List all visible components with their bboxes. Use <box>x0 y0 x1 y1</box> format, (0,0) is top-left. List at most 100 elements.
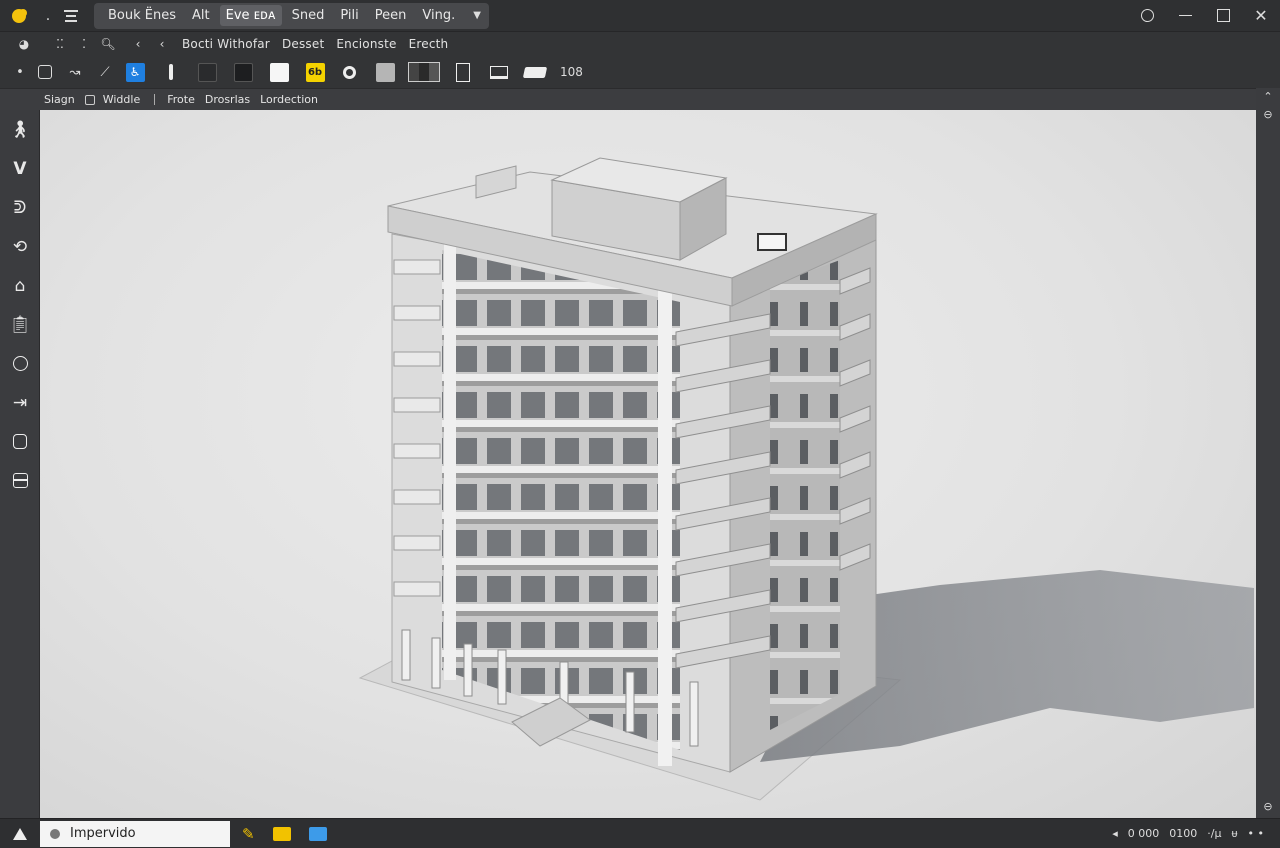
enter-icon: ⇥ <box>12 392 28 413</box>
grid-tool-button[interactable] <box>406 58 442 86</box>
scroll-marker-icon[interactable]: ⊖ <box>1262 108 1274 121</box>
menu-item-peen[interactable]: Peen <box>369 5 413 26</box>
menu-item-file[interactable]: Bouk Ënes <box>102 5 182 26</box>
home-tool-button[interactable]: ⌂ <box>0 266 40 305</box>
swatch-gray-button[interactable] <box>370 58 400 86</box>
left-toolbar: 🚶︎ V ᕲ ⟲ ⌂ 📋︎ ⇥ <box>0 110 40 818</box>
lasso-icon[interactable]: ⁚ <box>72 37 96 51</box>
frame-tool-button[interactable] <box>30 58 60 86</box>
toolbar-label-3[interactable]: Encionste <box>336 37 396 51</box>
title-bar: . Bouk Ënes Alt Eve ᴇᴅᴀ Sned Pili Peen V… <box>0 0 1280 32</box>
shield-tool-button[interactable] <box>0 422 40 461</box>
menu-item-send[interactable]: Sned <box>286 5 331 26</box>
status-readouts: ◂ 0 000 0100 ·/µ ᵾ • • <box>1112 827 1280 840</box>
3d-viewport[interactable] <box>40 110 1256 818</box>
pin-tool-button[interactable] <box>156 58 186 86</box>
menu-item-pili[interactable]: Pili <box>334 5 364 26</box>
close-icon: ✕ <box>1254 6 1268 25</box>
option-lordection[interactable]: Lordection <box>260 93 318 106</box>
shield-icon <box>13 434 27 449</box>
chevron-tool-button[interactable]: V <box>0 149 40 188</box>
right-facade-windows <box>770 260 840 730</box>
line-tool-button[interactable]: ⟋ <box>90 58 120 86</box>
chevron-left-2-icon[interactable]: ‹ <box>150 37 174 51</box>
building-model <box>358 157 1254 801</box>
widdle-checkbox[interactable] <box>84 94 95 105</box>
search-icon[interactable]: 🔍︎ <box>96 37 120 51</box>
rotate-tool-button[interactable]: ⟲ <box>0 227 40 266</box>
swatch-gray-icon <box>375 62 395 82</box>
dots-icon[interactable]: • • <box>1248 827 1264 840</box>
folder-yellow-icon[interactable] <box>272 826 291 841</box>
swatch-black-icon <box>233 62 253 82</box>
walk-tool-button[interactable]: 🚶︎ <box>0 110 40 149</box>
circle-tool-button[interactable] <box>0 344 40 383</box>
bucket-tool-button[interactable]: ᕲ <box>0 188 40 227</box>
main-menu: Bouk Ënes Alt Eve ᴇᴅᴀ Sned Pili Peen Vin… <box>94 2 489 29</box>
scroll-up-icon[interactable]: ⌃ <box>1262 90 1274 103</box>
units-readout: ·/µ <box>1207 827 1222 840</box>
hamburger-menu-icon[interactable] <box>58 9 84 22</box>
vertical-scrollbar[interactable]: ⌃ ⊖ ⊖ <box>1256 88 1280 818</box>
panel-tool-button[interactable] <box>0 461 40 500</box>
chevron-down-icon[interactable]: ▼ <box>473 10 481 21</box>
option-frote[interactable]: Frote <box>167 93 195 106</box>
page-tool-button[interactable] <box>448 58 478 86</box>
menu-item-alt[interactable]: Alt <box>186 5 216 26</box>
swatch-black-button[interactable] <box>228 58 258 86</box>
divider <box>154 94 156 105</box>
swatch-white-button[interactable] <box>264 58 294 86</box>
minimize-button[interactable] <box>1166 0 1204 32</box>
swatch-dark-icon <box>197 62 217 82</box>
close-button[interactable]: ✕ <box>1242 0 1280 32</box>
maximize-icon <box>1216 9 1230 22</box>
swatch-white-icon <box>269 62 289 82</box>
warning-button[interactable] <box>0 827 40 840</box>
app-logo[interactable] <box>0 0 38 32</box>
ring-tool-button[interactable] <box>334 58 364 86</box>
maximize-button[interactable] <box>1204 0 1242 32</box>
accessibility-tool-button[interactable]: ♿︎ <box>120 58 150 86</box>
speaker-icon[interactable]: ◂ <box>1112 827 1118 840</box>
toolbar-row-2: • ↝ ⟋ ♿︎ 6b 108 <box>0 56 1280 88</box>
clipboard-icon: 📋︎ <box>9 314 31 335</box>
folder-blue-icon[interactable] <box>308 826 327 841</box>
app-logo-icon <box>12 8 26 23</box>
snap-icon[interactable]: ◕ <box>12 37 36 51</box>
command-input[interactable]: Impervido <box>40 820 230 847</box>
option-sign[interactable]: Siagn <box>44 93 75 106</box>
account-button[interactable] <box>1128 0 1166 32</box>
select-icon[interactable]: ⁚⁚ <box>48 37 72 51</box>
clipboard-tool-button[interactable]: 📋︎ <box>0 305 40 344</box>
status-icons: ✎ <box>242 825 327 843</box>
bucket-icon: ᕲ <box>13 197 27 218</box>
menu-item-view[interactable]: Ving. <box>416 5 461 26</box>
monitor-tool-button[interactable] <box>484 58 514 86</box>
toolbar-row-1: ◕ ⁚⁚ ⁚ 🔍︎ ‹ ‹ Bocti Withofar Desset Enci… <box>0 32 1280 56</box>
option-widdle[interactable]: Widdle <box>103 93 140 106</box>
accessibility-icon: ♿︎ <box>125 62 145 82</box>
toolbar-label-4[interactable]: Erecth <box>409 37 449 51</box>
circle-icon <box>12 356 28 371</box>
option-drosrlas[interactable]: Drosrlas <box>205 93 250 106</box>
tag-button[interactable]: 6b <box>300 58 330 86</box>
dot-tool-button[interactable]: • <box>10 58 30 86</box>
ring-icon <box>342 65 356 79</box>
chevron-left-icon[interactable]: ‹ <box>126 37 150 51</box>
toolbar-label-1[interactable]: Bocti Withofar <box>182 37 270 51</box>
swatch-dark-button[interactable] <box>192 58 222 86</box>
grid-icon <box>408 62 440 82</box>
status-dot-icon <box>50 828 60 839</box>
toolbar-label-2[interactable]: Desset <box>282 37 324 51</box>
circle-icon <box>1140 9 1154 22</box>
curve-icon: ↝ <box>69 64 81 80</box>
enter-tool-button[interactable]: ⇥ <box>0 383 40 422</box>
pencil-icon[interactable]: ✎ <box>242 825 255 843</box>
period-glyph: . <box>45 7 51 24</box>
scroll-down-icon[interactable]: ⊖ <box>1262 800 1274 813</box>
zoom-readout: 108 <box>560 65 583 79</box>
layer-tool-button[interactable] <box>520 58 550 86</box>
menu-item-edit[interactable]: Eve ᴇᴅᴀ <box>219 5 282 26</box>
tag-icon: 6b <box>305 62 325 82</box>
curve-tool-button[interactable]: ↝ <box>60 58 90 86</box>
